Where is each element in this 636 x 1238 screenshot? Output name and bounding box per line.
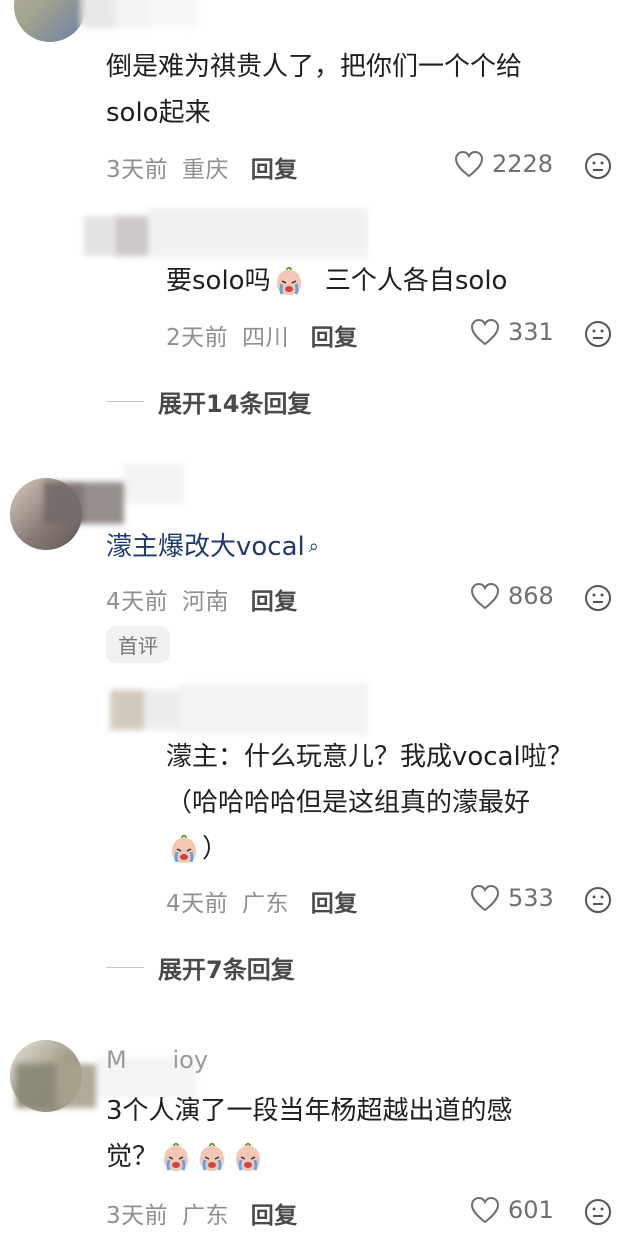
- reply-avatar-username-mosaic: [96, 684, 372, 740]
- comment-text: 濛主爆改大vocal ⌕: [106, 532, 319, 562]
- search-icon[interactable]: ⌕: [309, 536, 319, 557]
- reply-location: 四川: [241, 325, 289, 351]
- like-count: 331: [508, 318, 554, 346]
- like-button[interactable]: 868: [470, 582, 554, 610]
- heart-icon: [470, 318, 500, 346]
- like-count: 868: [508, 582, 554, 610]
- divider: [106, 401, 144, 402]
- comment-location: 重庆: [181, 157, 229, 183]
- reply-button[interactable]: 回复: [311, 325, 358, 351]
- emoji-face-icon[interactable]: [584, 1198, 612, 1226]
- username-mosaic: [44, 464, 184, 524]
- reply-button[interactable]: 回复: [251, 589, 298, 615]
- like-count: 533: [508, 884, 554, 912]
- like-count: 2228: [492, 150, 554, 178]
- emoji-face-icon[interactable]: [584, 152, 612, 180]
- like-button[interactable]: 601: [470, 1196, 554, 1224]
- reply-text: 要solo吗 三个人各自solo: [166, 266, 508, 296]
- crying-emoji-icon: [236, 1142, 261, 1171]
- crying-emoji-icon: [164, 1142, 189, 1171]
- avatar[interactable]: [14, 0, 86, 42]
- crying-emoji-icon: [276, 266, 301, 295]
- comment-text: 倒是难为祺贵人了，把你们一个个给 solo起来: [106, 52, 523, 128]
- crying-emoji-icon: [172, 834, 196, 863]
- reply-meta: 4天前 广东 回复: [166, 884, 358, 918]
- divider: [106, 967, 144, 968]
- reply-date: 2天前: [166, 325, 229, 351]
- first-comment-badge: 首评: [106, 626, 170, 663]
- comment-location: 河南: [181, 589, 229, 615]
- reply-date: 4天前: [166, 891, 229, 917]
- reply-avatar-username-mosaic: [84, 206, 374, 266]
- expand-replies-button[interactable]: 展开7条回复: [106, 950, 295, 985]
- expand-replies-label: 展开7条回复: [158, 956, 295, 984]
- heart-icon: [470, 1196, 500, 1224]
- comment-meta: 3天前 广东 回复: [106, 1196, 298, 1230]
- expand-replies-label: 展开14条回复: [158, 390, 312, 418]
- emoji-face-icon[interactable]: [584, 584, 612, 612]
- crying-emoji-icon: [200, 1142, 225, 1171]
- like-button[interactable]: 331: [470, 318, 554, 346]
- heart-icon: [454, 150, 484, 178]
- emoji-face-icon[interactable]: [584, 320, 612, 348]
- heart-icon: [470, 884, 500, 912]
- comment-date: 3天前: [106, 157, 169, 183]
- comment-text: 3个人演了一段当年杨超越出道的感 觉？: [106, 1096, 513, 1172]
- heart-icon: [470, 582, 500, 610]
- comment-meta: 4天前 河南 回复: [106, 582, 298, 616]
- reply-button[interactable]: 回复: [311, 891, 358, 917]
- reply-text: 濛主：什么玩意儿？我成vocal啦？ （哈哈哈哈但是这组真的濛最好 ）: [166, 742, 573, 864]
- comment-date: 4天前: [106, 589, 169, 615]
- emoji-face-icon[interactable]: [584, 886, 612, 914]
- expand-replies-button[interactable]: 展开14条回复: [106, 384, 311, 419]
- comment-date: 3天前: [106, 1203, 169, 1229]
- comment-location: 广东: [181, 1203, 229, 1229]
- like-count: 601: [508, 1196, 554, 1224]
- reply-button[interactable]: 回复: [251, 157, 298, 183]
- username-mosaic: [80, 0, 200, 28]
- reply-meta: 2天前 四川 回复: [166, 318, 358, 352]
- comment-meta: 3天前 重庆 回复: [106, 150, 298, 184]
- like-button[interactable]: 2228: [454, 150, 553, 178]
- like-button[interactable]: 533: [470, 884, 554, 912]
- reply-button[interactable]: 回复: [251, 1203, 298, 1229]
- username[interactable]: M ioy: [106, 1046, 208, 1074]
- reply-location: 广东: [241, 891, 289, 917]
